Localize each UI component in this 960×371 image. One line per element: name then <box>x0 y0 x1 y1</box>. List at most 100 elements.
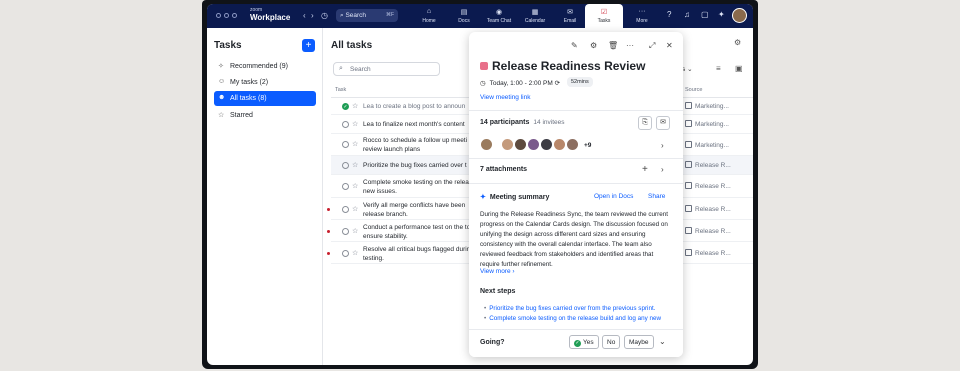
global-search[interactable]: ⌕ Search ⌘F <box>336 9 398 22</box>
app-window: zoom Workplace ‹ › ◷ ⌕ Search ⌘F ⌂ Home … <box>207 4 753 365</box>
meeting-summary-title: ✦ Meeting summary <box>480 194 550 201</box>
next-steps-list: Prioritize the bug fixes carried over fr… <box>484 304 674 328</box>
checkbox[interactable] <box>342 141 349 148</box>
search-shortcut: ⌘F <box>385 12 394 18</box>
add-task-button[interactable]: + <box>302 39 315 52</box>
history-icon[interactable]: ◷ <box>321 11 328 20</box>
checkbox[interactable] <box>342 183 349 190</box>
column-header-source[interactable]: Source <box>685 87 702 93</box>
star-icon[interactable]: ☆ <box>352 161 358 169</box>
bell-icon[interactable]: ♫ <box>684 10 690 19</box>
open-in-docs-link[interactable]: Open in Docs <box>594 193 633 200</box>
checkbox-done[interactable]: ✓ <box>342 103 349 110</box>
priority-indicator <box>327 252 330 255</box>
row-source: Release R... <box>685 205 731 213</box>
tab-more[interactable]: ··· More <box>621 4 663 28</box>
chevron-right-icon[interactable]: › <box>661 165 664 174</box>
column-header-task[interactable]: Task <box>335 87 346 93</box>
window-close-control[interactable] <box>216 13 221 18</box>
expand-icon[interactable]: ⤢ <box>649 41 655 51</box>
email-participants-button[interactable]: ✉ <box>656 116 670 130</box>
tasks-icon: ☑ <box>600 9 608 16</box>
star-icon[interactable]: ☆ <box>352 205 358 213</box>
star-icon[interactable]: ☆ <box>352 182 358 190</box>
settings-icon[interactable]: ⚙ <box>590 41 597 50</box>
star-icon[interactable]: ☆ <box>352 227 358 235</box>
help-icon[interactable]: ? <box>667 10 671 19</box>
close-icon[interactable]: ✕ <box>666 41 673 50</box>
duration-badge: 52mins <box>567 77 593 87</box>
checkbox[interactable] <box>342 228 349 235</box>
sidebar: Tasks + ✧ Recommended (9) ☺ My tasks (2)… <box>207 28 323 365</box>
rsvp-yes-button[interactable]: ✓ Yes <box>569 335 599 349</box>
recurring-icon: ⟳ <box>554 80 561 87</box>
event-color-swatch <box>480 62 488 70</box>
calendar-icon <box>685 141 692 148</box>
search-input[interactable]: ⌕ Search <box>333 62 440 76</box>
sidebar-title: Tasks <box>214 40 242 51</box>
avatar <box>566 138 579 151</box>
rsvp-no-button[interactable]: No <box>602 335 621 349</box>
gear-icon[interactable]: ⚙ <box>734 38 741 47</box>
clock-icon: ◷ <box>480 80 486 87</box>
calendar-icon <box>685 161 692 168</box>
edit-icon[interactable]: ✎ <box>571 41 578 50</box>
sidebar-item-starred[interactable]: ☆ Starred <box>214 108 316 123</box>
row-source: Marketing... <box>685 141 729 149</box>
avatar[interactable] <box>732 8 747 23</box>
checkbox[interactable] <box>342 206 349 213</box>
star-icon[interactable]: ☆ <box>352 120 358 128</box>
chevron-right-icon: › <box>512 268 515 275</box>
rsvp-maybe-button[interactable]: Maybe <box>624 335 654 349</box>
avatar <box>480 138 493 151</box>
tab-tasks[interactable]: ☑ Tasks <box>585 4 623 28</box>
search-icon: ⌕ <box>339 65 343 72</box>
checkbox[interactable] <box>342 162 349 169</box>
star-icon[interactable]: ☆ <box>352 140 358 148</box>
more-participants-count[interactable]: +9 <box>584 142 591 149</box>
priority-indicator <box>327 230 330 233</box>
sidebar-item-recommended[interactable]: ✧ Recommended (9) <box>214 59 316 74</box>
chevron-right-icon[interactable]: › <box>661 141 664 150</box>
filter-icon[interactable]: ≡ <box>716 64 721 73</box>
list-item[interactable]: Complete smoke testing on the release bu… <box>484 314 674 324</box>
calendar-icon <box>685 102 692 109</box>
avatar <box>553 138 566 151</box>
sidebar-item-all-tasks[interactable]: ☻ All tasks (8) <box>214 91 316 106</box>
more-options-icon[interactable]: ··· <box>626 41 634 50</box>
sparkle-icon: ✧ <box>218 63 224 70</box>
meeting-title: Release Readiness Review <box>492 59 646 73</box>
star-icon[interactable]: ☆ <box>352 249 358 257</box>
row-source: Release R... <box>685 161 731 169</box>
copy-button[interactable]: ⎘ <box>638 116 652 130</box>
ai-summary-icon: ✦ <box>480 194 486 201</box>
window-minimize-control[interactable] <box>224 13 229 18</box>
divider <box>469 158 683 159</box>
checkbox[interactable] <box>342 121 349 128</box>
ai-companion-icon[interactable]: ✦ <box>718 10 725 19</box>
calendar-icon <box>685 120 692 127</box>
avatar <box>540 138 553 151</box>
view-more-link[interactable]: View more › <box>480 268 515 275</box>
list-item[interactable]: Prioritize the bug fixes carried over fr… <box>484 304 674 314</box>
window-maximize-control[interactable] <box>232 13 237 18</box>
trash-icon[interactable]: 🗑 <box>608 41 618 50</box>
avatar <box>501 138 514 151</box>
view-meeting-link[interactable]: View meeting link <box>480 94 530 101</box>
add-attachment-icon[interactable]: + <box>642 164 648 175</box>
star-icon[interactable]: ☆ <box>352 102 358 110</box>
whiteboard-icon[interactable]: ▢ <box>701 10 709 19</box>
row-source: Release R... <box>685 249 731 257</box>
meeting-detail-panel: ✎ ⚙ 🗑 ··· ⤢ ✕ Release Readiness Review ◷… <box>469 32 683 357</box>
summary-text: During the Release Readiness Sync, the t… <box>480 211 668 268</box>
checkbox[interactable] <box>342 250 349 257</box>
forward-icon[interactable]: › <box>311 11 314 20</box>
divider <box>469 110 683 111</box>
share-link[interactable]: Share <box>648 193 665 200</box>
chevron-down-icon[interactable]: ⌄ <box>659 337 666 346</box>
sidebar-item-my-tasks[interactable]: ☺ My tasks (2) <box>214 75 316 90</box>
avatar <box>514 138 527 151</box>
row-source: Release R... <box>685 227 731 235</box>
back-icon[interactable]: ‹ <box>303 11 306 20</box>
layout-icon[interactable]: ▣ <box>735 64 743 73</box>
